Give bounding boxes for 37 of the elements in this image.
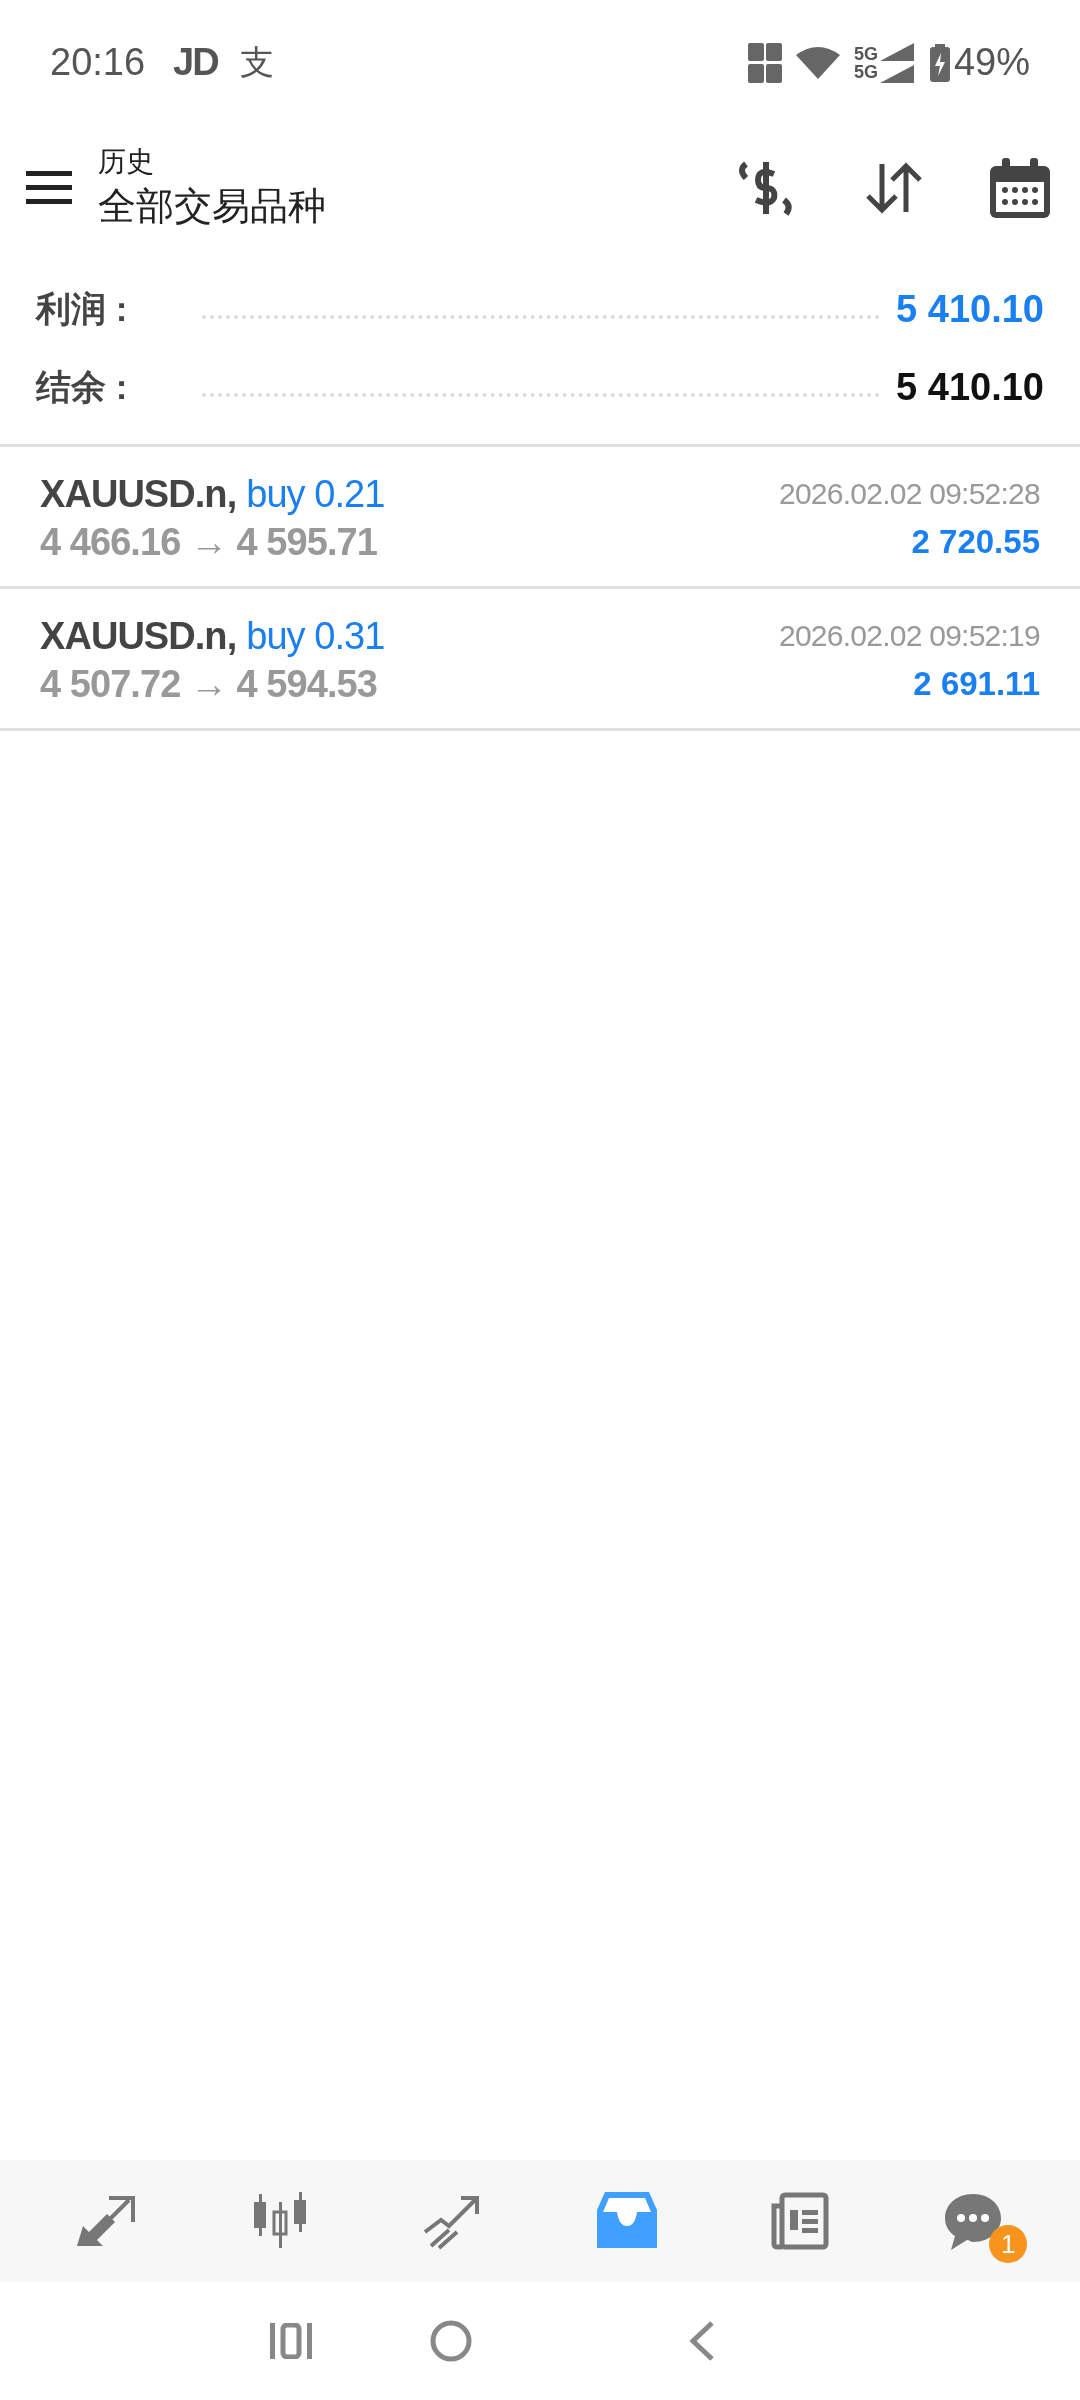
trade-row[interactable]: XAUUSD.n, buy 0.21 4 466.16 → 4 595.71 2026.02.02 09:52:28 2 720.55 bbox=[0, 447, 1080, 589]
trade-prices: 4 466.16 → 4 595.71 bbox=[40, 519, 378, 565]
calendar-icon[interactable] bbox=[990, 157, 1050, 218]
wifi-icon bbox=[795, 44, 840, 81]
recent-apps-icon[interactable] bbox=[270, 2323, 312, 2359]
trade-symbol: XAUUSD.n, bbox=[40, 471, 237, 517]
clock-time: 20:16 bbox=[50, 40, 146, 85]
newspaper-icon[interactable] bbox=[769, 2192, 830, 2250]
trade-time: 2026.02.02 09:52:19 bbox=[779, 617, 1040, 654]
trade-symbol: XAUUSD.n, bbox=[40, 613, 237, 659]
summary-value: 5 410.10 bbox=[896, 286, 1044, 332]
network-label: 5G bbox=[853, 44, 878, 63]
sim-card-icon bbox=[747, 42, 782, 83]
inbox-icon[interactable] bbox=[596, 2192, 657, 2250]
battery-level: 49% bbox=[953, 40, 1030, 85]
network-label: 5G bbox=[853, 62, 878, 81]
trade-row[interactable]: XAUUSD.n, buy 0.31 4 507.72 → 4 594.53 2026.02.02 09:52:19 2 691.11 bbox=[0, 589, 1080, 731]
home-icon[interactable] bbox=[430, 2320, 472, 2362]
notification-icon: JD bbox=[173, 34, 218, 91]
notification-icon: 支 bbox=[239, 37, 274, 88]
menu-icon[interactable] bbox=[26, 170, 72, 205]
summary-value: 5 410.10 bbox=[896, 364, 1044, 410]
battery-icon bbox=[929, 43, 950, 82]
signal-icon bbox=[879, 42, 914, 83]
summary-label: 利润 : bbox=[36, 287, 129, 330]
trade-time: 2026.02.02 09:52:28 bbox=[779, 475, 1040, 512]
page-title[interactable]: 全部交易品种 bbox=[98, 179, 734, 232]
summary-label: 结余 : bbox=[36, 365, 129, 408]
back-icon[interactable] bbox=[688, 2321, 716, 2361]
trade-profit: 2 720.55 bbox=[911, 521, 1040, 562]
trade-prices: 4 507.72 → 4 594.53 bbox=[40, 661, 378, 707]
trade-side: buy 0.21 bbox=[246, 471, 385, 517]
trade-side: buy 0.31 bbox=[246, 613, 385, 659]
chat-bubble-icon[interactable] bbox=[943, 2192, 1004, 2250]
notification-badge: 1 bbox=[989, 2225, 1028, 2263]
trade-profit: 2 691.11 bbox=[913, 663, 1040, 704]
page-subtitle: 历史 bbox=[98, 144, 155, 179]
